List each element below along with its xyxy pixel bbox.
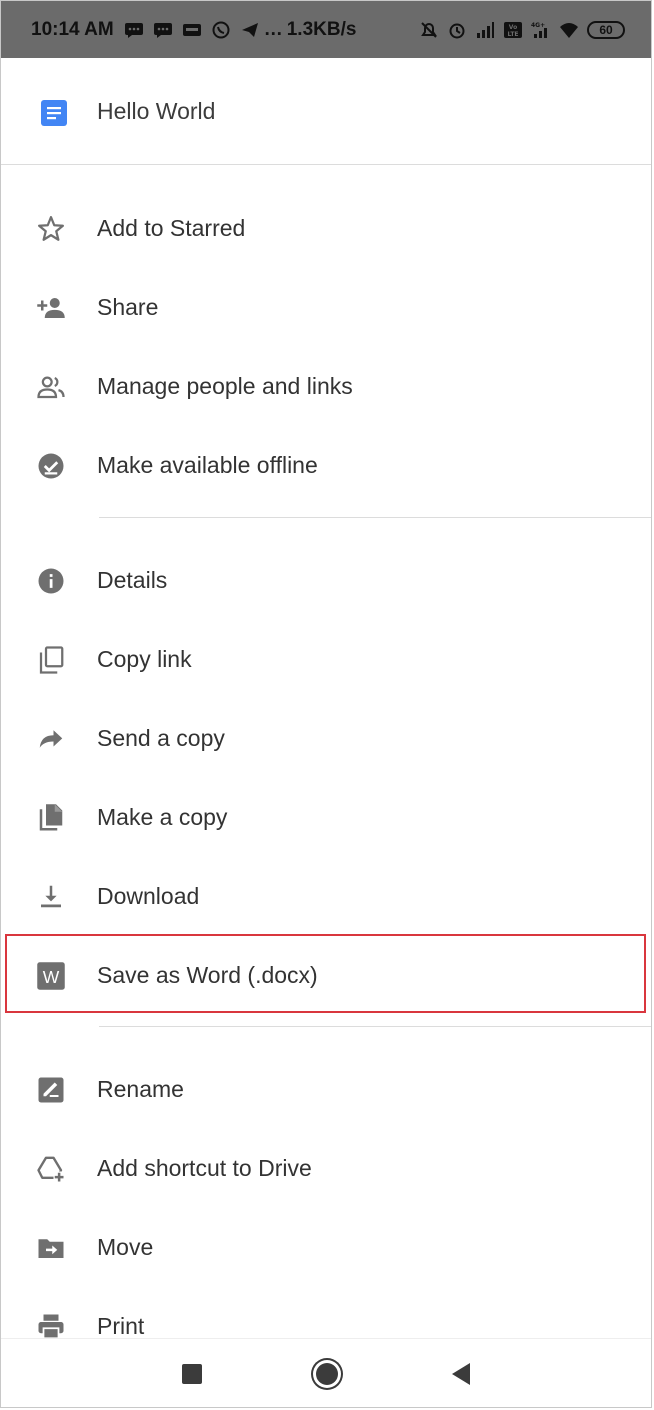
chat-icon: [124, 22, 144, 38]
add-shortcut-icon: [35, 1153, 67, 1185]
home-circle-icon: [316, 1363, 338, 1385]
mute-icon: [419, 21, 439, 38]
system-nav-bar: [1, 1338, 651, 1407]
menu-item-label: Manage people and links: [97, 373, 353, 399]
menu-item-label: Send a copy: [97, 725, 225, 751]
status-right-icons: Vo LTE 4G+ 60: [419, 20, 625, 39]
4g-signal-icon: 4G+: [531, 22, 551, 38]
menu-item-move[interactable]: Move: [1, 1206, 651, 1285]
voot-icon: [182, 22, 202, 38]
download-icon: [35, 881, 67, 913]
status-bar: 10:14 AM … 1.3KB/s Vo LTE 4G+ 60: [1, 1, 651, 58]
back-button[interactable]: [444, 1357, 478, 1391]
move-folder-icon: [35, 1232, 67, 1264]
star-outline-icon: [35, 213, 67, 245]
rename-icon: [35, 1074, 67, 1106]
menu-item-add-shortcut[interactable]: Add shortcut to Drive: [1, 1127, 651, 1206]
people-icon: [35, 371, 67, 403]
svg-text:4G+: 4G+: [531, 22, 545, 29]
signal-icon: [475, 21, 495, 38]
svg-text:LTE: LTE: [507, 31, 518, 38]
wifi-icon: [559, 22, 579, 38]
menu-item-make-offline[interactable]: Make available offline: [1, 424, 651, 503]
alarm-icon: [447, 22, 467, 38]
person-add-icon: [35, 292, 67, 324]
file-copy-icon: [35, 802, 67, 834]
document-header: Hello World: [1, 58, 651, 165]
info-icon: [35, 565, 67, 597]
menu-item-label: Details: [97, 567, 168, 593]
telegram-icon: [240, 22, 260, 38]
menu-item-label: Download: [97, 883, 200, 909]
menu-item-make-copy[interactable]: Make a copy: [1, 776, 651, 855]
menu-item-manage-people[interactable]: Manage people and links: [1, 345, 651, 424]
menu-item-label: Rename: [97, 1076, 184, 1102]
document-title: Hello World: [97, 98, 216, 124]
message-icon: [153, 22, 173, 38]
status-time: 10:14 AM: [31, 18, 114, 40]
menu-divider: [99, 1026, 651, 1027]
menu-item-rename[interactable]: Rename: [1, 1048, 651, 1127]
home-button[interactable]: [310, 1357, 344, 1391]
menu-item-label: Share: [97, 294, 159, 320]
menu-item-label: Add to Starred: [97, 215, 246, 241]
menu-item-share[interactable]: Share: [1, 266, 651, 345]
google-docs-icon: [41, 100, 67, 126]
menu-item-label: Print: [97, 1313, 145, 1339]
status-left-icons: [124, 21, 260, 38]
whatsapp-icon: [211, 21, 231, 38]
volte-icon: Vo LTE: [503, 21, 523, 38]
offline-check-icon: [35, 450, 67, 482]
copy-icon: [35, 644, 67, 676]
menu-item-copy-link[interactable]: Copy link: [1, 618, 651, 697]
file-actions-sheet: Hello World Add to Starred Share Manage …: [1, 58, 651, 1340]
back-triangle-icon: [452, 1363, 470, 1385]
menu-divider: [99, 517, 651, 518]
svg-text:Vo: Vo: [509, 24, 517, 31]
menu-item-send-copy[interactable]: Send a copy: [1, 697, 651, 776]
recents-square-icon: [182, 1364, 202, 1384]
highlight-box: [5, 934, 646, 1013]
menu-item-add-to-starred[interactable]: Add to Starred: [1, 187, 651, 266]
network-speed: 1.3KB/s: [286, 18, 357, 40]
menu-item-label: Make available offline: [97, 452, 318, 478]
dots-indicator: …: [263, 18, 283, 40]
menu-item-download[interactable]: Download: [1, 855, 651, 934]
menu-item-label: Add shortcut to Drive: [97, 1155, 312, 1181]
battery-indicator: 60: [587, 20, 625, 39]
menu-item-label: Copy link: [97, 646, 192, 672]
forward-arrow-icon: [35, 723, 67, 755]
recents-button[interactable]: [175, 1357, 209, 1391]
menu-item-label: Make a copy: [97, 804, 228, 830]
menu-item-details[interactable]: Details: [1, 539, 651, 618]
menu-item-label: Move: [97, 1234, 154, 1260]
phone-screen: 10:14 AM … 1.3KB/s Vo LTE 4G+ 60 Hello Wo…: [0, 0, 652, 1408]
